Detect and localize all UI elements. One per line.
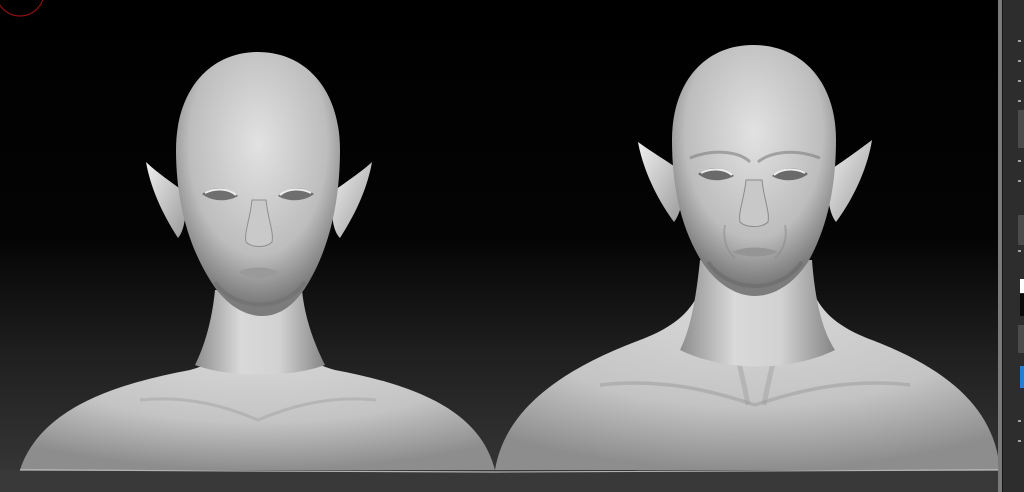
female-elf-bust[interactable] bbox=[20, 52, 495, 470]
viewport-canvas[interactable] bbox=[0, 0, 1000, 492]
panel-tick bbox=[1018, 60, 1021, 62]
panel-tick bbox=[1018, 250, 1021, 252]
viewport-floor bbox=[0, 470, 1000, 492]
sculpt-app bbox=[0, 0, 1024, 492]
panel-tick bbox=[1018, 80, 1021, 82]
panel-tick bbox=[1018, 180, 1021, 182]
panel-tick bbox=[1018, 100, 1021, 102]
male-elf-bust[interactable] bbox=[495, 45, 1000, 470]
panel-tick bbox=[1018, 40, 1021, 42]
primary-color-swatch[interactable] bbox=[1020, 279, 1024, 293]
panel-slider[interactable] bbox=[1018, 215, 1024, 245]
panel-tick bbox=[1018, 420, 1021, 422]
panel-slider[interactable] bbox=[1018, 325, 1024, 353]
panel-tick bbox=[1018, 160, 1021, 162]
panel-tick bbox=[1018, 440, 1021, 442]
sculpt-viewport[interactable] bbox=[0, 0, 1000, 492]
secondary-color-swatch[interactable] bbox=[1020, 294, 1024, 316]
brush-cursor-ring bbox=[0, 0, 44, 17]
male-head bbox=[672, 45, 836, 296]
panel-slider[interactable] bbox=[1018, 110, 1024, 148]
accent-toggle-button[interactable] bbox=[1020, 366, 1024, 388]
tool-side-panel bbox=[1002, 0, 1024, 492]
